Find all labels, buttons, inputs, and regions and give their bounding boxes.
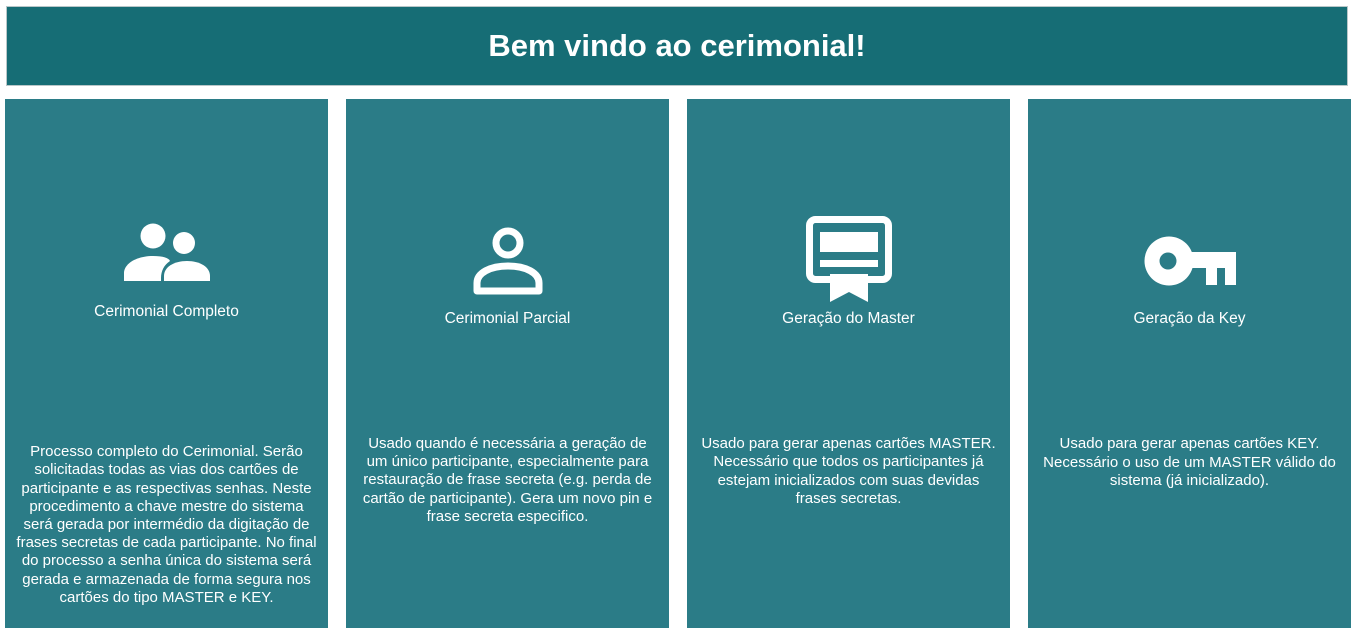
key-icon bbox=[1028, 236, 1351, 286]
card-description: Usado para gerar apenas cartões MASTER. … bbox=[701, 435, 996, 507]
card-title: Cerimonial Parcial bbox=[444, 310, 571, 327]
card-geracao-master[interactable]: Geração do Master Usado para gerar apena… bbox=[687, 99, 1010, 628]
card-description: Usado quando é necessária a geração de u… bbox=[362, 434, 653, 525]
card-description: Usado para gerar apenas cartões KEY. Nec… bbox=[1043, 435, 1336, 489]
card-description: Processo completo do Cerimonial. Serão s… bbox=[16, 443, 317, 606]
ceremony-options: Cerimonial Completo Processo completo do… bbox=[5, 99, 1351, 628]
card-title: Geração da Key bbox=[1133, 310, 1246, 327]
certificate-icon bbox=[687, 216, 1010, 302]
page-title: Bem vindo ao cerimonial! bbox=[488, 28, 866, 63]
card-geracao-key[interactable]: Geração da Key Usado para gerar apenas c… bbox=[1028, 99, 1351, 628]
people-icon bbox=[5, 223, 328, 281]
card-title: Cerimonial Completo bbox=[94, 303, 239, 320]
card-cerimonial-completo[interactable]: Cerimonial Completo Processo completo do… bbox=[5, 99, 328, 628]
card-cerimonial-parcial[interactable]: Cerimonial Parcial Usado quando é necess… bbox=[346, 99, 669, 628]
person-icon bbox=[346, 227, 669, 295]
card-title: Geração do Master bbox=[782, 310, 915, 327]
page-header: Bem vindo ao cerimonial! bbox=[6, 6, 1348, 86]
